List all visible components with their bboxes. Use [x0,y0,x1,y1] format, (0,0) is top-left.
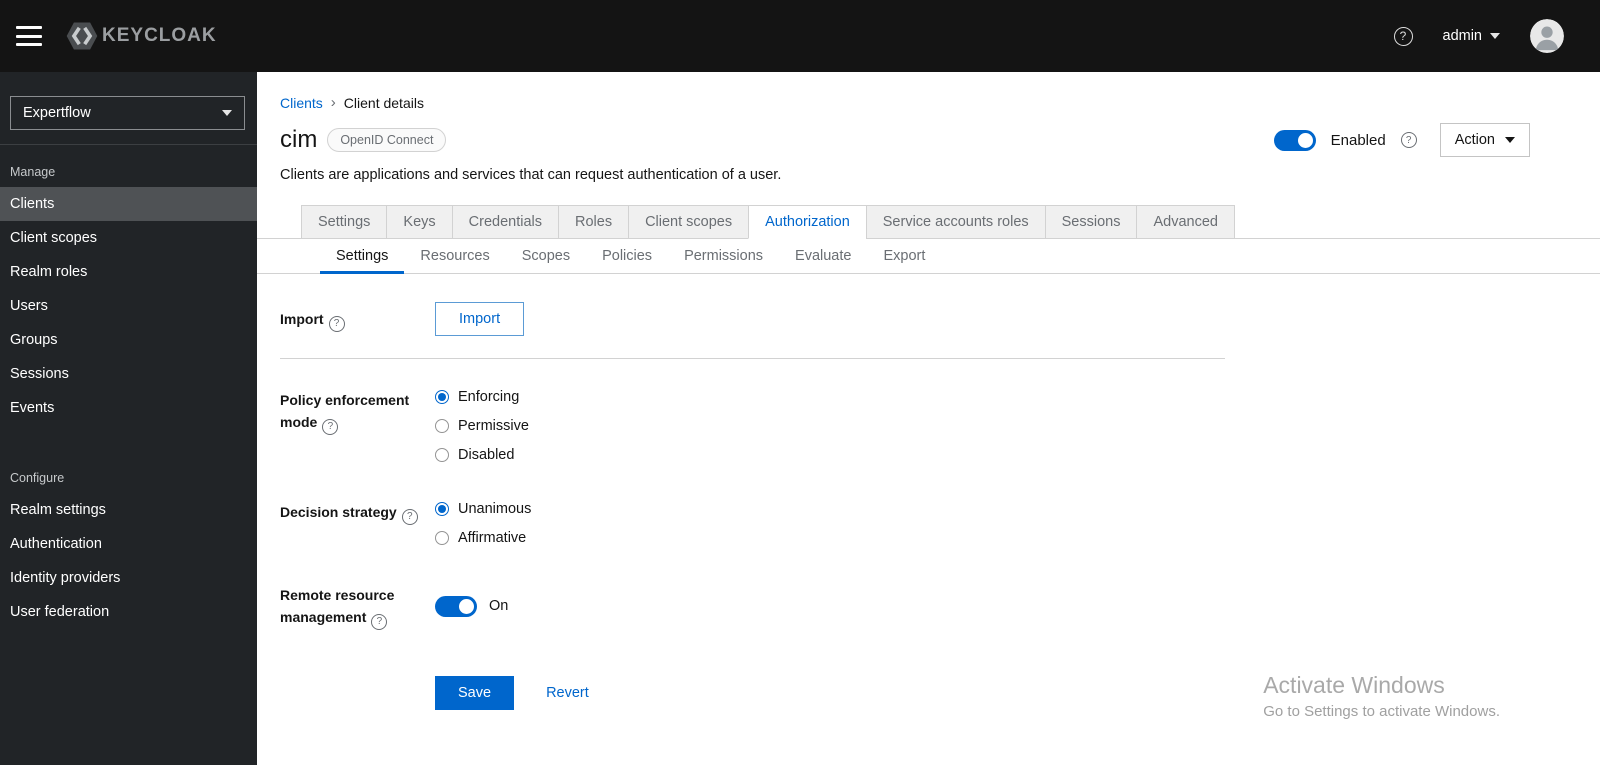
sidebar-item-sessions[interactable]: Sessions [0,357,257,391]
keycloak-logo-icon [64,18,100,54]
action-dropdown-button[interactable]: Action [1439,123,1530,157]
decision-strategy-label: Decision strategy? [280,495,435,546]
authorization-settings-form: Import? Import Policy enforcement mode? … [280,302,1600,711]
keycloak-logo: KEYCLOAK [64,18,217,54]
user-menu[interactable]: admin [1442,28,1500,44]
tab-credentials[interactable]: Credentials [451,205,558,239]
chevron-down-icon [1505,137,1515,143]
tab-roles[interactable]: Roles [558,205,629,239]
revert-link[interactable]: Revert [546,685,589,701]
username: admin [1442,28,1483,44]
subtab-permissions[interactable]: Permissions [668,239,779,274]
tab-sessions[interactable]: Sessions [1044,205,1137,239]
sidebar-item-authentication[interactable]: Authentication [0,527,257,561]
radio-option-disabled[interactable]: Disabled [435,447,1600,463]
tab-service-accounts-roles[interactable]: Service accounts roles [865,205,1045,239]
chevron-down-icon [222,110,232,116]
subtab-scopes[interactable]: Scopes [506,239,586,274]
subtab-export[interactable]: Export [867,239,941,274]
breadcrumb-clients-link[interactable]: Clients [280,95,323,111]
breadcrumb-current: Client details [343,94,424,111]
sidebar-item-user-federation[interactable]: User federation [0,595,257,629]
enabled-toggle[interactable] [1273,129,1316,151]
subtab-evaluate[interactable]: Evaluate [779,239,867,274]
help-icon[interactable]: ? [328,316,345,332]
help-icon[interactable]: ? [322,419,339,436]
help-icon[interactable]: ? [1400,132,1417,148]
help-icon[interactable]: ? [401,509,418,525]
subtab-policies[interactable]: Policies [586,239,668,274]
sidebar-item-realm-settings[interactable]: Realm settings [0,493,257,527]
tab-settings[interactable]: Settings [301,205,387,239]
nav-section-label: Configure [10,471,65,485]
sidebar-nav: Manage Clients Client scopes Realm roles… [0,145,257,629]
radio-option-unanimous[interactable]: Unanimous [435,501,1600,517]
client-tabs: Settings Keys Credentials Roles Client s… [257,205,1600,239]
masthead: KEYCLOAK ? admin [0,0,1600,72]
client-description: Clients are applications and services th… [280,167,782,183]
section-divider [280,358,1225,359]
realm-selector-value: Expertflow [23,105,91,121]
sidebar-item-users[interactable]: Users [0,289,257,323]
tab-client-scopes[interactable]: Client scopes [628,205,749,239]
breadcrumb: Clients › Client details [280,94,1600,111]
help-icon[interactable]: ? [1393,26,1413,46]
help-icon[interactable]: ? [371,614,388,631]
sidebar-item-identity-providers[interactable]: Identity providers [0,561,257,595]
remote-resource-management-toggle[interactable] [435,595,477,617]
enabled-label: Enabled [1330,131,1386,149]
sidebar: Expertflow Manage Clients Client scopes … [0,72,257,765]
save-button[interactable]: Save [435,676,515,711]
sidebar-item-client-scopes[interactable]: Client scopes [0,221,257,255]
page-title: cim [280,126,318,153]
radio-option-enforcing[interactable]: Enforcing [435,389,1600,405]
nav-section-configure: Configure Realm settings Authentication … [0,451,257,629]
authorization-subtabs: Settings Resources Scopes Policies Permi… [257,239,1600,274]
tab-keys[interactable]: Keys [386,205,452,239]
decision-strategy-group: Unanimous Affirmative [435,495,1600,546]
radio-option-affirmative[interactable]: Affirmative [435,530,1600,546]
chevron-right-icon: › [330,94,336,111]
subtab-resources[interactable]: Resources [404,239,505,274]
import-label: Import? [280,302,435,336]
radio-unanimous[interactable] [435,502,449,516]
main-content: Clients › Client details cim OpenID Conn… [257,72,1600,765]
radio-enforcing[interactable] [435,390,449,404]
radio-permissive[interactable] [435,419,449,433]
sidebar-item-events[interactable]: Events [0,391,257,425]
nav-section-manage: Manage Clients Client scopes Realm roles… [0,145,257,425]
radio-option-permissive[interactable]: Permissive [435,418,1600,434]
remote-resource-management-label: Remote resource management? [280,578,435,631]
chevron-down-icon [1490,33,1500,39]
toggle-state-label: On [489,598,509,615]
realm-selector[interactable]: Expertflow [10,96,245,130]
protocol-badge: OpenID Connect [327,128,447,152]
import-button[interactable]: Import [435,302,525,336]
subtab-settings[interactable]: Settings [320,239,405,274]
sidebar-item-clients[interactable]: Clients [0,187,257,221]
hamburger-menu-icon[interactable] [16,26,42,46]
tab-advanced[interactable]: Advanced [1136,205,1235,239]
policy-enforcement-mode-group: Enforcing Permissive Disabled [435,383,1600,463]
sidebar-item-realm-roles[interactable]: Realm roles [0,255,257,289]
nav-section-label: Manage [10,165,56,179]
policy-enforcement-mode-label: Policy enforcement mode? [280,383,435,463]
tab-authorization[interactable]: Authorization [748,205,866,239]
avatar[interactable] [1530,19,1564,53]
sidebar-item-groups[interactable]: Groups [0,323,257,357]
radio-disabled[interactable] [435,448,449,462]
radio-affirmative[interactable] [435,531,449,545]
brand-text: KEYCLOAK [102,25,217,46]
